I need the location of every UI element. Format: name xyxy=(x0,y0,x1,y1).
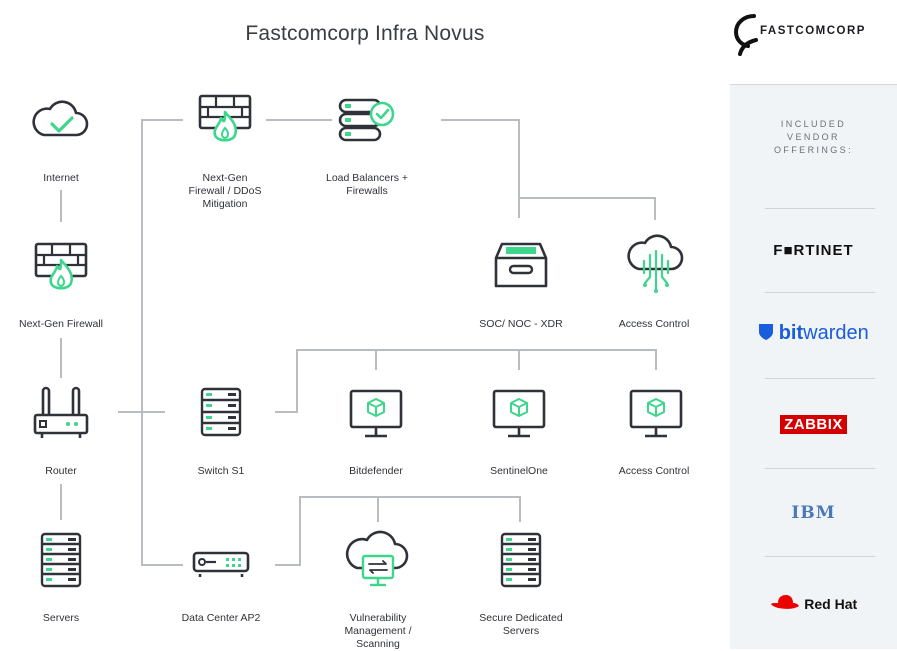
label-datacenter: Data Center AP2 xyxy=(181,612,261,624)
divider xyxy=(765,556,875,557)
node-bitdefender xyxy=(306,385,446,443)
label-firewall: Next-Gen Firewall xyxy=(18,318,104,330)
monitor-cube-icon xyxy=(349,389,403,438)
drawer-archive-icon xyxy=(494,242,548,288)
label-bitdefender: Bitdefender xyxy=(349,465,403,477)
cloud-check-icon xyxy=(32,100,89,137)
zabbix-logo: ZABBIX xyxy=(780,415,847,434)
node-internet xyxy=(0,93,131,143)
node-switch xyxy=(151,385,291,443)
server-rack-icon xyxy=(500,532,542,588)
label-router: Router xyxy=(45,465,77,477)
node-soc-noc xyxy=(451,236,591,294)
link-lb-soc xyxy=(441,119,520,218)
node-access-control-cloud xyxy=(586,233,726,297)
infrastructure-diagram: Fastcomcorp Infra Novus Internet Next-Ge… xyxy=(0,0,730,650)
divider xyxy=(765,468,875,469)
label-load-balancers: Load Balancers + Firewalls xyxy=(325,172,409,197)
load-balancer-check-icon xyxy=(338,98,395,142)
router-icon xyxy=(33,386,89,438)
network-appliance-icon xyxy=(192,551,250,577)
label-internet: Internet xyxy=(43,172,79,184)
node-datacenter xyxy=(151,545,291,581)
label-access-control-cloud: Access Control xyxy=(618,318,690,330)
fastcomcorp-logo-icon xyxy=(733,14,758,56)
node-ngfw-ddos xyxy=(155,90,295,148)
vendor-sidebar: FASTCOMCORP INCLUDED VENDOR OFFERINGS: F… xyxy=(730,0,897,649)
ibm-logo: IBM xyxy=(791,503,836,523)
label-switch: Switch S1 xyxy=(197,465,245,477)
monitor-cube-icon xyxy=(629,389,683,438)
bitwarden-shield-icon xyxy=(759,324,774,340)
link-lb-access xyxy=(519,197,656,220)
brand-name: FASTCOMCORP xyxy=(760,25,866,37)
node-access-control-monitor xyxy=(586,385,726,443)
label-servers: Servers xyxy=(42,612,80,624)
included-vendors-heading: INCLUDED VENDOR OFFERINGS: xyxy=(773,119,853,155)
node-vulnerability xyxy=(308,530,448,596)
label-soc-noc: SOC/ NOC - XDR xyxy=(479,318,563,330)
label-sentinelone: SentinelOne xyxy=(490,465,548,477)
server-rack-icon xyxy=(40,532,82,588)
firewall-flame-icon xyxy=(198,94,252,142)
brand-header: FASTCOMCORP xyxy=(730,0,897,85)
node-secure-servers xyxy=(451,530,591,590)
vendor-ibm: IBM xyxy=(730,503,897,523)
node-load-balancers xyxy=(297,94,437,148)
divider xyxy=(765,378,875,379)
divider xyxy=(765,208,875,209)
cloud-monitor-sync-icon xyxy=(345,530,409,587)
fortinet-logo: F■RTINET xyxy=(773,242,854,259)
node-servers xyxy=(0,530,131,590)
server-rack-icon xyxy=(200,387,242,437)
label-vulnerability: Vulnerability Management / Scanning xyxy=(344,612,412,650)
label-ngfw-ddos: Next-Gen Firewall / DDoS Mitigation xyxy=(188,172,262,210)
cloud-circuit-icon xyxy=(627,234,684,293)
bitwarden-logo-rest: warden xyxy=(803,322,869,344)
label-access-control-monitor: Access Control xyxy=(618,465,690,477)
vendor-zabbix: ZABBIX xyxy=(730,415,897,434)
firewall-flame-icon xyxy=(34,242,88,290)
vendor-fortinet: F■RTINET xyxy=(730,242,897,260)
redhat-logo: Red Hat xyxy=(804,596,858,612)
node-firewall xyxy=(0,238,131,296)
monitor-cube-icon xyxy=(492,389,546,438)
bitwarden-logo-bold: bit xyxy=(778,322,804,344)
divider xyxy=(765,292,875,293)
node-router xyxy=(0,383,131,443)
vendor-redhat: Red Hat xyxy=(730,593,897,614)
node-sentinelone xyxy=(449,385,589,443)
label-secure-servers: Secure Dedicated Servers xyxy=(479,612,563,637)
redhat-fedora-icon xyxy=(770,595,799,609)
vendor-bitwarden: bitwarden xyxy=(730,322,897,345)
